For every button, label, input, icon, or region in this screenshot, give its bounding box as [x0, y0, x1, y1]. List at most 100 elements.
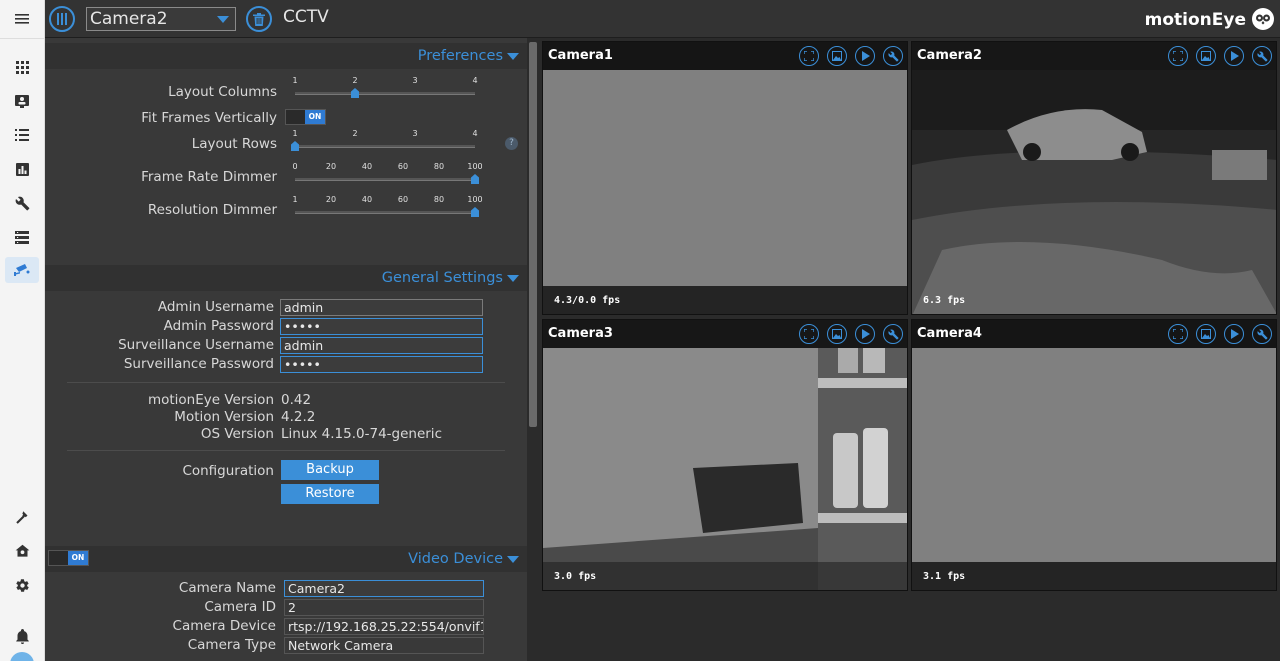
play-icon — [1231, 51, 1239, 61]
layout-columns-slider[interactable]: 1 2 3 4 — [292, 76, 478, 106]
surveillance-username-input[interactable]: admin — [280, 337, 483, 354]
pictures-button[interactable] — [1196, 46, 1216, 66]
movies-button[interactable] — [1224, 46, 1244, 66]
pictures-button[interactable] — [1196, 324, 1216, 344]
slider-track[interactable] — [295, 145, 475, 148]
slider-tick-label: 80 — [433, 162, 445, 171]
grid-icon[interactable] — [5, 54, 39, 80]
slider-track[interactable] — [295, 92, 475, 95]
slider-handle[interactable] — [471, 207, 479, 217]
configure-button[interactable] — [883, 324, 903, 344]
configure-button[interactable] — [1252, 46, 1272, 66]
owl-logo-icon — [1252, 8, 1274, 30]
play-icon — [1231, 329, 1239, 339]
divider — [67, 450, 505, 451]
list-icon[interactable] — [5, 122, 39, 148]
cctv-camera-icon[interactable] — [5, 257, 39, 283]
fullscreen-icon — [1173, 329, 1183, 339]
general-settings-section-header[interactable]: General Settings — [45, 265, 527, 291]
surveillance-password-input[interactable]: ••••• — [280, 356, 483, 373]
camera-name: Camera2 — [917, 48, 982, 63]
fit-frames-label: Fit Frames Vertically — [141, 110, 277, 126]
toggle-state: ON — [305, 110, 325, 124]
camera-tools — [799, 324, 903, 344]
hammer-icon[interactable] — [5, 504, 39, 530]
slider-handle[interactable] — [351, 88, 359, 98]
slider-handle[interactable] — [471, 174, 479, 184]
backup-button[interactable]: Backup — [281, 460, 379, 480]
storage-icon[interactable] — [5, 224, 39, 250]
camera-frame[interactable]: Camera3 3.0 fps — [542, 319, 908, 591]
preferences-section-header[interactable]: Preferences — [45, 43, 527, 69]
menu-icon[interactable] — [5, 6, 39, 32]
motion-version-value: 4.2.2 — [281, 409, 316, 425]
divider — [67, 382, 505, 383]
movies-button[interactable] — [855, 46, 875, 66]
admin-username-input[interactable]: admin — [280, 299, 483, 316]
rail-separator — [0, 38, 45, 39]
chevron-down-icon — [507, 275, 519, 282]
slider-handle[interactable] — [291, 141, 299, 151]
resolution-dimmer-slider[interactable]: 1 20 40 60 80 100 — [292, 195, 483, 225]
surveillance-username-label: Surveillance Username — [118, 337, 274, 353]
pictures-button[interactable] — [827, 324, 847, 344]
chart-icon[interactable] — [5, 156, 39, 182]
wrench-icon — [887, 51, 899, 62]
restore-button[interactable]: Restore — [281, 484, 379, 504]
home-settings-icon[interactable] — [5, 538, 39, 564]
pictures-button[interactable] — [827, 46, 847, 66]
fullscreen-button[interactable] — [1168, 324, 1188, 344]
picture-icon — [1201, 329, 1211, 339]
contact-card-icon[interactable] — [5, 88, 39, 114]
gear-icon[interactable] — [5, 572, 39, 598]
movies-button[interactable] — [855, 324, 875, 344]
camera-frame[interactable]: Camera4 3.1 fps — [911, 319, 1277, 591]
user-avatar[interactable] — [10, 652, 34, 661]
camera-device-label: Camera Device — [172, 618, 276, 634]
camera-toolbar: Camera4 — [912, 320, 1276, 348]
settings-scrollbar[interactable] — [527, 38, 539, 661]
settings-panel: Preferences Layout Columns 1 2 3 4 Fit Fram… — [45, 38, 527, 661]
layout-rows-slider[interactable]: 1 2 3 4 — [291, 129, 478, 159]
os-version-value: Linux 4.15.0-74-generic — [281, 426, 442, 442]
configure-button[interactable] — [1252, 324, 1272, 344]
fullscreen-button[interactable] — [799, 324, 819, 344]
wrench-icon[interactable] — [5, 190, 39, 216]
help-icon[interactable]: ? — [505, 137, 518, 150]
camera-frame[interactable]: Camera2 6.3 fps — [911, 41, 1277, 315]
scrollbar-thumb[interactable] — [529, 42, 537, 427]
bell-icon[interactable] — [5, 623, 39, 649]
camera-feed — [543, 70, 907, 314]
wrench-icon — [1256, 329, 1268, 340]
camera-tools — [799, 46, 903, 66]
frame-rate-dimmer-slider[interactable]: 0 20 40 60 80 100 — [292, 162, 483, 192]
camera-footer — [912, 562, 1276, 590]
fit-frames-toggle[interactable]: ON — [285, 109, 326, 125]
camera-feed — [912, 348, 1276, 590]
layout-toggle-button[interactable] — [49, 6, 75, 32]
admin-password-input[interactable]: ••••• — [280, 318, 483, 335]
fullscreen-icon — [804, 329, 814, 339]
fullscreen-button[interactable] — [1168, 46, 1188, 66]
camera-select[interactable]: Camera2 — [86, 7, 236, 31]
slider-track[interactable] — [295, 211, 475, 214]
fullscreen-button[interactable] — [799, 46, 819, 66]
camera-frame[interactable]: Camera1 4.3/0.0 fps — [542, 41, 908, 315]
slider-track[interactable] — [295, 178, 475, 181]
video-device-toggle[interactable]: ON — [48, 550, 89, 566]
camera-tools — [1168, 46, 1272, 66]
slider-tick-label: 100 — [467, 195, 483, 204]
camera-name-input[interactable]: Camera2 — [284, 580, 484, 597]
camera-footer — [543, 562, 907, 590]
camera-fps: 3.1 fps — [923, 571, 966, 582]
movies-button[interactable] — [1224, 324, 1244, 344]
configure-button[interactable] — [883, 46, 903, 66]
camera-name: Camera4 — [917, 326, 982, 341]
camera-name: Camera1 — [548, 48, 613, 63]
slider-tick-label: 4 — [472, 129, 478, 138]
video-device-section-header[interactable]: Video Device — [45, 546, 527, 572]
slider-tick-label: 40 — [361, 162, 373, 171]
slider-tick-label: 100 — [467, 162, 483, 171]
delete-camera-button[interactable] — [246, 6, 272, 32]
group-title: CCTV — [283, 7, 329, 27]
